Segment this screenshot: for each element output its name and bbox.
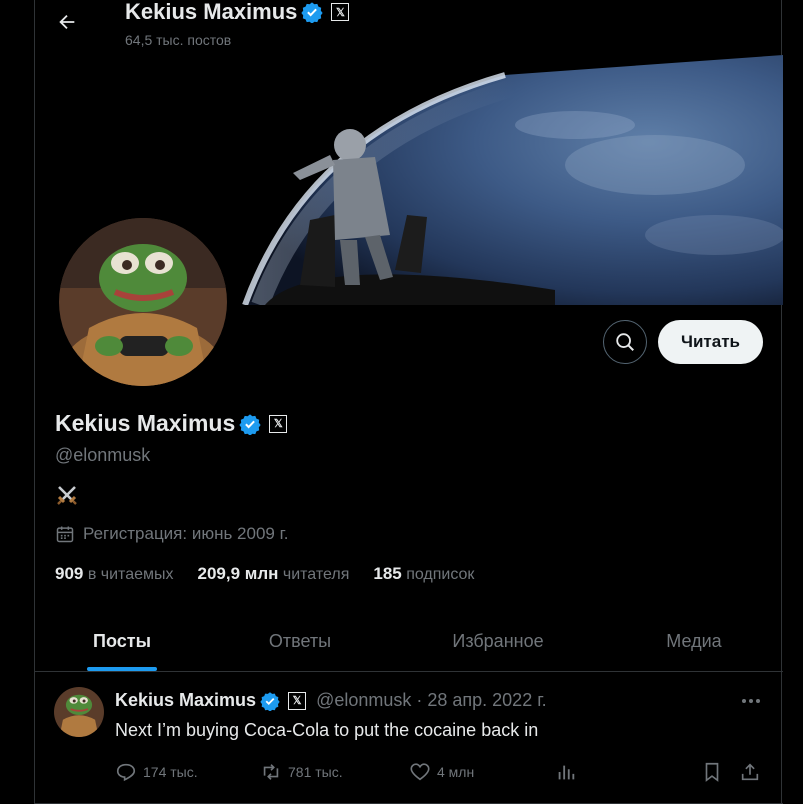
verified-icon[interactable] <box>239 413 261 435</box>
profile-stats: 909 в читаемых 209,9 млн читателя 185 по… <box>55 564 474 584</box>
reply-icon <box>116 763 136 782</box>
verified-icon <box>301 1 324 23</box>
tab-media[interactable]: Медиа <box>605 612 783 671</box>
followers-stat[interactable]: 209,9 млн читателя <box>198 564 350 584</box>
post-meta[interactable]: @elonmusk · 28 апр. 2022 г. <box>316 690 547 711</box>
share-icon <box>741 763 759 781</box>
joined-date: Регистрация: июнь 2009 г. <box>55 524 288 544</box>
share-button[interactable] <box>739 760 761 784</box>
joined-text: Регистрация: июнь 2009 г. <box>83 524 289 543</box>
header-title: Kekius Maximus 𝕏 <box>125 0 350 25</box>
post-more-button[interactable] <box>739 691 763 711</box>
views-button[interactable] <box>555 760 577 784</box>
post-header: Kekius Maximus 𝕏 @elonmusk · 28 апр. 202… <box>115 690 547 711</box>
verified-icon <box>260 691 280 711</box>
top-bar: Kekius Maximus 𝕏 64,5 тыс. постов <box>35 0 783 54</box>
profile-name-row: Kekius Maximus 𝕏 <box>55 410 288 437</box>
x-affiliate-icon[interactable]: 𝕏 <box>269 414 288 433</box>
heart-icon <box>410 763 430 781</box>
posts-count: 64,5 тыс. постов <box>125 32 232 48</box>
post-author-name[interactable]: Kekius Maximus <box>115 690 256 711</box>
profile-avatar[interactable] <box>57 216 229 388</box>
more-icon <box>742 699 760 703</box>
search-profile-button[interactable] <box>603 320 647 364</box>
x-affiliate-icon: 𝕏 <box>331 3 350 21</box>
follow-button[interactable]: Читать <box>658 320 763 364</box>
following-stat[interactable]: 909 в читаемых <box>55 564 174 584</box>
post-text: Next I’m buying Coca-Cola to put the coc… <box>115 720 539 740</box>
profile-tabs: Посты Ответы Избранное Медиа <box>35 612 783 672</box>
bookmark-icon <box>705 762 719 782</box>
like-count: 4 млн <box>437 764 475 780</box>
search-icon <box>616 333 634 351</box>
post-actions: 174 тыс. 781 тыс. 4 млн <box>115 760 765 784</box>
arrow-left-icon <box>59 14 75 30</box>
repost-icon <box>263 764 279 780</box>
active-tab-indicator <box>87 667 157 671</box>
profile-handle: @elonmusk <box>55 445 151 465</box>
tab-posts[interactable]: Посты <box>35 612 209 671</box>
profile-name: Kekius Maximus <box>55 410 236 436</box>
avatar-image <box>59 218 227 386</box>
repost-count: 781 тыс. <box>288 764 343 780</box>
calendar-icon <box>56 526 74 543</box>
profile-bio: ⚔️ <box>55 483 79 512</box>
tab-highlights[interactable]: Избранное <box>391 612 605 671</box>
post[interactable]: Kekius Maximus 𝕏 @elonmusk · 28 апр. 202… <box>35 673 783 804</box>
back-button[interactable] <box>49 4 85 40</box>
header-name: Kekius Maximus <box>125 0 298 24</box>
bookmark-button[interactable] <box>701 760 723 784</box>
x-affiliate-icon: 𝕏 <box>288 691 307 710</box>
profile-column: Kekius Maximus 𝕏 64,5 тыс. постов Читать… <box>34 0 783 804</box>
like-button[interactable]: 4 млн <box>409 760 474 784</box>
crossed-swords-icon <box>57 486 77 505</box>
repost-button[interactable]: 781 тыс. <box>260 760 343 784</box>
tab-replies[interactable]: Ответы <box>209 612 391 671</box>
subscriptions-stat[interactable]: 185 подписок <box>373 564 474 584</box>
views-chart-icon <box>558 765 575 780</box>
reply-count: 174 тыс. <box>143 764 198 780</box>
post-avatar[interactable] <box>54 687 104 737</box>
reply-button[interactable]: 174 тыс. <box>115 760 198 784</box>
